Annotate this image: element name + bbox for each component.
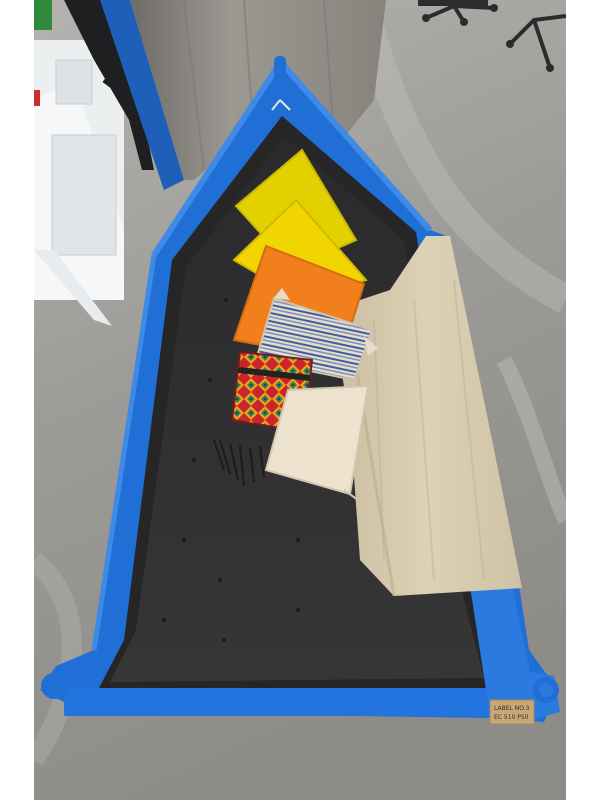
- photo: LABEL NO.3 EC 510 P50: [34, 0, 566, 800]
- plate-line-2: EC 510 P50: [494, 714, 529, 721]
- plate-line-1: LABEL NO.3: [494, 705, 530, 712]
- brass-plate: LABEL NO.3 EC 510 P50: [489, 699, 535, 725]
- boat-sofa-scene: LABEL NO.3 EC 510 P50: [34, 0, 566, 800]
